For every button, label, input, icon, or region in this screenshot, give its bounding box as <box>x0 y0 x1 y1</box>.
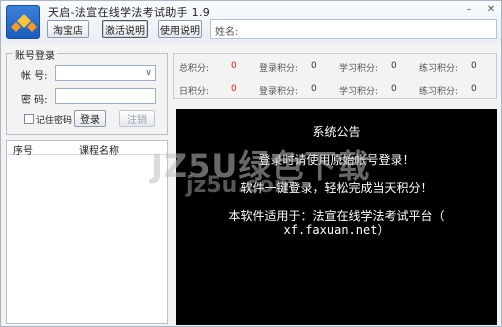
announcement-line: xf.faxuan.net） <box>283 223 390 237</box>
remember-password-label: 记住密码 <box>36 116 73 126</box>
logout-button[interactable]: 注销 <box>119 110 155 127</box>
password-input[interactable] <box>55 88 156 104</box>
study-score-label: 学习积分: <box>339 64 379 74</box>
daily-score-label: 日积分: <box>179 87 210 97</box>
password-label: 密 码: <box>21 95 48 106</box>
main-window: 天启-法宣在线学法考试助手 1.9 – ✕ 淘宝店 激活说明 使用说明 姓名: … <box>0 0 502 327</box>
daily-practice-score-value: 0 <box>471 84 477 94</box>
practice-score-value: 0 <box>471 61 477 71</box>
daily-score-value: 0 <box>231 84 237 94</box>
taobao-button[interactable]: 淘宝店 <box>47 20 89 38</box>
usage-guide-button[interactable]: 使用说明 <box>158 20 202 38</box>
daily-study-score-label: 学习积分: <box>339 87 379 97</box>
daily-login-score-value: 0 <box>311 84 317 94</box>
column-header-course-name[interactable]: 课程名称 <box>79 142 119 157</box>
login-score-label: 登录积分: <box>259 64 299 74</box>
study-score-value: 0 <box>391 61 397 71</box>
course-list[interactable]: 序号 课程名称 <box>6 140 168 324</box>
daily-login-score-label: 登录积分: <box>259 87 299 97</box>
account-dropdown[interactable]: ∨ <box>55 65 156 81</box>
activate-guide-button[interactable]: 激活说明 <box>102 20 148 38</box>
watermark-url: jz5u.com <box>186 173 297 198</box>
total-score-value: 0 <box>231 61 237 71</box>
column-header-index[interactable]: 序号 <box>13 142 33 157</box>
app-title: 天启-法宣在线学法考试助手 1.9 <box>48 6 211 19</box>
name-label: 姓名: <box>215 27 239 38</box>
login-button[interactable]: 登录 <box>74 110 106 127</box>
remember-password-checkbox[interactable] <box>24 114 34 124</box>
app-logo <box>6 5 40 39</box>
title-bar: 天启-法宣在线学法考试助手 1.9 – ✕ 淘宝店 激活说明 使用说明 姓名: <box>1 1 501 43</box>
login-score-value: 0 <box>311 61 317 71</box>
total-score-label: 总积分: <box>179 64 210 74</box>
course-list-header: 序号 课程名称 <box>7 141 167 157</box>
daily-study-score-value: 0 <box>391 84 397 94</box>
login-group-title: 账号登录 <box>13 47 57 62</box>
chevron-down-icon[interactable]: ∨ <box>145 68 152 78</box>
daily-practice-score-label: 练习积分: <box>419 87 459 97</box>
minimize-icon[interactable]: – <box>463 3 475 15</box>
account-label: 帐 号: <box>21 71 48 82</box>
announcement-title: 系统公告 <box>312 125 361 139</box>
practice-score-label: 练习积分: <box>419 64 459 74</box>
score-panel: 总积分: 0 登录积分: 0 学习积分: 0 练习积分: 0 日积分: 0 登录… <box>173 53 497 99</box>
close-icon[interactable]: ✕ <box>485 3 497 15</box>
name-field: 姓名: <box>210 19 497 39</box>
